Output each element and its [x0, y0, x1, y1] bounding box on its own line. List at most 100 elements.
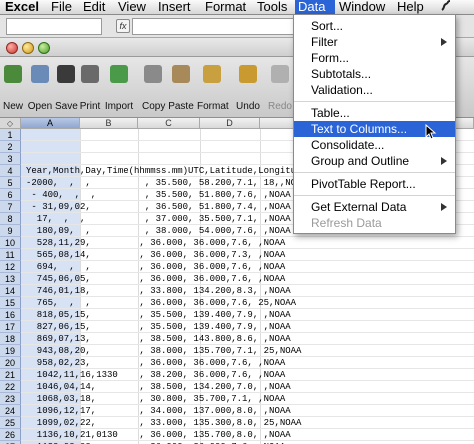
zoom-window-button[interactable] — [38, 42, 50, 54]
row-header-19[interactable]: 19 — [0, 345, 21, 357]
formula-input[interactable] — [132, 18, 294, 35]
menu-help[interactable]: Help — [394, 0, 427, 14]
undo-button[interactable]: Undo — [235, 61, 261, 113]
import-button[interactable]: Import — [104, 61, 134, 113]
row-header-22[interactable]: 22 — [0, 381, 21, 393]
cell-a5[interactable]: -2000, , , , 35.500, 58.200,7.1, 18,,NOA… — [26, 177, 307, 189]
save-button[interactable]: Save — [55, 61, 78, 113]
select-all-corner[interactable]: ◇ — [0, 118, 21, 129]
cell-a12[interactable]: 694, , , , 36.000, 36.000,7.6, ,NOAA — [26, 261, 285, 273]
cell-a14[interactable]: 746,01,18, , 33.800, 134.200,8.3, ,NOAA — [26, 285, 291, 297]
row-header-8[interactable]: 8 — [0, 213, 21, 225]
menu-data[interactable]: Data — [295, 0, 335, 14]
menu-item-form[interactable]: Form... — [294, 50, 455, 66]
menu-item-pivottable-report[interactable]: PivotTable Report... — [294, 176, 455, 192]
row-header-1[interactable]: 1 — [0, 129, 21, 141]
redo-label: Redo — [268, 101, 292, 112]
import-label: Import — [104, 101, 134, 112]
minimize-window-button[interactable] — [22, 42, 34, 54]
name-box[interactable] — [6, 18, 102, 35]
menu-item-subtotals[interactable]: Subtotals... — [294, 66, 455, 82]
copy-button[interactable]: Copy — [142, 61, 165, 113]
row-header-15[interactable]: 15 — [0, 297, 21, 309]
row-header-26[interactable]: 26 — [0, 429, 21, 441]
cell-a18[interactable]: 869,07,13, , 38.500, 143.800,8.6, ,NOAA — [26, 333, 291, 345]
cell-a9[interactable]: 180,09, , , 38.000, 54.000,7.6, ,NOAA — [26, 225, 291, 237]
menu-item-validation[interactable]: Validation... — [294, 82, 455, 98]
cell-a23[interactable]: 1068,03,18, , 30.800, 35.700,7.1, ,NOAA — [26, 393, 285, 405]
format-label: Format — [197, 101, 229, 112]
row-header-16[interactable]: 16 — [0, 309, 21, 321]
row-header-24[interactable]: 24 — [0, 405, 21, 417]
column-header-c[interactable]: C — [138, 118, 200, 129]
cell-a8[interactable]: 17, , , , 37.000, 35.500,7.1, ,NOAA — [26, 213, 291, 225]
cell-a4[interactable]: Year,Month,Day,Time(hhmmss.mm)UTC,Latitu… — [26, 165, 323, 177]
menu-tools[interactable]: Tools — [254, 0, 290, 14]
cell-a26[interactable]: 1136,10,21,0130 , 36.000, 135.700,8.0, ,… — [26, 429, 291, 441]
row-header-11[interactable]: 11 — [0, 249, 21, 261]
cell-a10[interactable]: 528,11,29, , 36.000, 36.000,7.6, ,NOAA — [26, 237, 285, 249]
redo-button[interactable]: Redo — [268, 61, 292, 113]
row-header-6[interactable]: 6 — [0, 189, 21, 201]
cell-a21[interactable]: 1042,11,16,1330 , 38.200, 36.000,7.6, ,N… — [26, 369, 285, 381]
cell-a19[interactable]: 943,08,20, , 38.000, 135.700,7.1, 25,NOA… — [26, 345, 302, 357]
menu-item-label: Validation... — [311, 83, 373, 97]
menu-item-group-and-outline[interactable]: Group and Outline — [294, 153, 455, 169]
open-button[interactable]: Open — [27, 61, 53, 113]
menu-item-text-to-columns[interactable]: Text to Columns... — [294, 121, 455, 140]
column-header-a[interactable]: A — [21, 118, 80, 129]
row-header-25[interactable]: 25 — [0, 417, 21, 429]
row-header-17[interactable]: 17 — [0, 321, 21, 333]
row-header-23[interactable]: 23 — [0, 393, 21, 405]
row-header-20[interactable]: 20 — [0, 357, 21, 369]
menu-window[interactable]: Window — [336, 0, 388, 14]
row-header-13[interactable]: 13 — [0, 273, 21, 285]
cell-a13[interactable]: 745,06,05, , 36.000, 36.000,7.6, ,NOAA — [26, 273, 285, 285]
menu-item-filter[interactable]: Filter — [294, 34, 455, 50]
cell-a7[interactable]: - 31,09,02, , 36.500, 51.800,7.4, ,NOAA — [26, 201, 290, 213]
undo-icon — [239, 65, 257, 83]
menu-edit[interactable]: Edit — [80, 0, 108, 14]
cell-a24[interactable]: 1096,12,17, , 34.000, 137.000,8.0, ,NOAA — [26, 405, 291, 417]
row-header-14[interactable]: 14 — [0, 285, 21, 297]
column-header-d[interactable]: D — [200, 118, 260, 129]
cell-a16[interactable]: 818,05,15, , 35.500, 139.400,7.9, ,NOAA — [26, 309, 291, 321]
row-header-9[interactable]: 9 — [0, 225, 21, 237]
cell-a6[interactable]: - 400, , , , 35.500, 51.800,7.6, ,NOAA — [26, 189, 290, 201]
print-button[interactable]: Print — [79, 61, 101, 113]
cell-a20[interactable]: 958,02,23, , 36.000, 36.000,7.6, ,NOAA — [26, 357, 285, 369]
menu-file[interactable]: File — [48, 0, 75, 14]
row-header-12[interactable]: 12 — [0, 261, 21, 273]
cell-a11[interactable]: 565,08,14, , 36.000, 36.000,7.3, ,NOAA — [26, 249, 285, 261]
menu-item-sort[interactable]: Sort... — [294, 18, 455, 34]
cell-a15[interactable]: 765, , , , 36.000, 36.000,7.6, 25,NOAA — [26, 297, 296, 309]
menu-item-get-external-data[interactable]: Get External Data — [294, 199, 455, 215]
cell-a25[interactable]: 1099,02,22, , 33.000, 135.300,8.0, 25,NO… — [26, 417, 302, 429]
paste-button[interactable]: Paste — [168, 61, 194, 113]
close-window-button[interactable] — [6, 42, 18, 54]
column-header-b[interactable]: B — [80, 118, 138, 129]
menu-insert[interactable]: Insert — [155, 0, 194, 14]
row-header-10[interactable]: 10 — [0, 237, 21, 249]
menu-format[interactable]: Format — [202, 0, 249, 14]
script-menu-icon[interactable] — [436, 0, 456, 14]
row-header-3[interactable]: 3 — [0, 153, 21, 165]
cell-a17[interactable]: 827,06,15, , 35.500, 139.400,7.9, ,NOAA — [26, 321, 291, 333]
save-label: Save — [55, 101, 78, 112]
row-header-18[interactable]: 18 — [0, 333, 21, 345]
row-header-4[interactable]: 4 — [0, 165, 21, 177]
save-disk-icon — [57, 65, 75, 83]
new-button[interactable]: New — [2, 61, 24, 113]
row-header-5[interactable]: 5 — [0, 177, 21, 189]
format-brush-icon — [203, 65, 221, 83]
menu-excel[interactable]: Excel — [2, 0, 42, 14]
format-button[interactable]: Format — [197, 61, 229, 113]
menu-item-table[interactable]: Table... — [294, 105, 455, 121]
cell-a22[interactable]: 1046,04,14, , 38.500, 134.200,7.0, ,NOAA — [26, 381, 291, 393]
row-header-21[interactable]: 21 — [0, 369, 21, 381]
row-header-7[interactable]: 7 — [0, 201, 21, 213]
menu-view[interactable]: View — [115, 0, 149, 14]
menu-item-consolidate[interactable]: Consolidate... — [294, 137, 455, 153]
row-header-2[interactable]: 2 — [0, 141, 21, 153]
fx-button[interactable]: fx — [116, 19, 130, 33]
